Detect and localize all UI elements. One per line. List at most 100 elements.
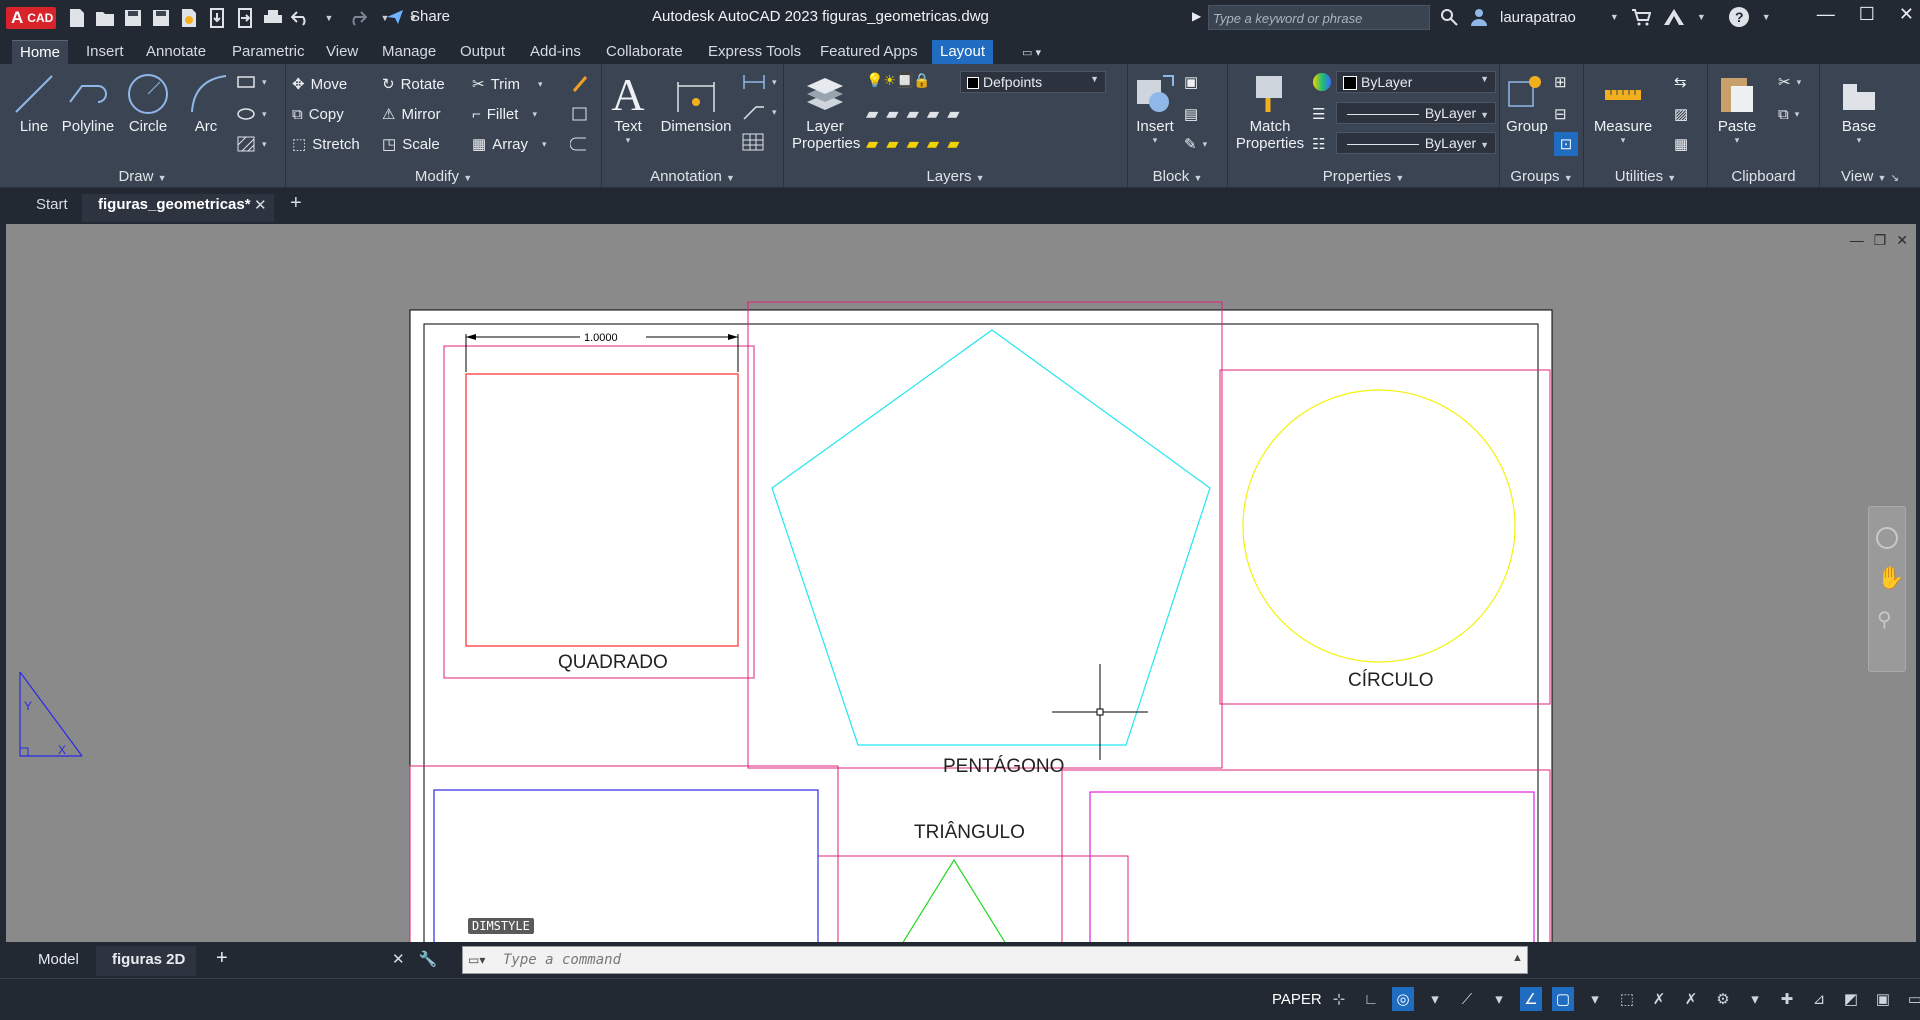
share-button[interactable]: Share — [386, 8, 450, 25]
annotation-panel-title[interactable]: Annotation ▼ — [602, 168, 783, 185]
help-icon[interactable]: ? — [1728, 6, 1750, 28]
close-command-icon[interactable]: ✕ — [392, 950, 405, 968]
auto-scale-icon[interactable]: ✗ — [1680, 987, 1702, 1011]
paper-space-toggle[interactable]: PAPER — [1272, 991, 1322, 1008]
autodesk-app-icon[interactable] — [1663, 8, 1685, 26]
group-button[interactable]: Group — [1504, 70, 1550, 135]
tab-home[interactable]: Home — [12, 40, 69, 64]
scale-button[interactable]: ◳ Scale — [382, 132, 440, 156]
match-properties-button[interactable]: Match Properties — [1232, 70, 1308, 152]
ungroup-icon[interactable]: ⊞ — [1554, 70, 1567, 94]
hardware-acceleration-icon[interactable]: ▣ — [1872, 987, 1894, 1011]
maximize-icon[interactable]: ☐ — [1859, 4, 1875, 25]
plot-icon[interactable] — [262, 6, 284, 30]
recent-commands-icon[interactable]: ▭▾ — [468, 953, 485, 967]
tab-featured-apps[interactable]: Featured Apps — [812, 40, 926, 64]
isolate-objects-icon[interactable]: ◩ — [1840, 987, 1862, 1011]
polar-dropdown-icon[interactable]: ▾ — [1424, 987, 1446, 1011]
layer-properties-button[interactable]: Layer Properties — [792, 70, 860, 152]
clean-screen-icon[interactable]: ▭ — [1904, 987, 1920, 1011]
mirror-button[interactable]: ⚠ Mirror — [382, 102, 441, 126]
ellipse-button[interactable]: ▾ — [236, 102, 267, 126]
cut-icon[interactable]: ✂ ▾ — [1778, 70, 1801, 94]
tab-insert[interactable]: Insert — [78, 40, 132, 64]
move-button[interactable]: ✥ Move — [292, 72, 347, 96]
layer-dropdown[interactable]: Defpoints ▼ — [960, 71, 1106, 93]
leader-icon[interactable]: ▾ — [742, 100, 777, 124]
annotation-visibility-icon[interactable]: ✗ — [1648, 987, 1670, 1011]
model-tab[interactable]: Model — [38, 951, 79, 968]
view-panel-title[interactable]: View ▼ ↘ — [1820, 168, 1920, 185]
app-menu-button[interactable]: A CAD — [6, 7, 56, 29]
tab-add-ins[interactable]: Add-ins — [522, 40, 589, 64]
zoom-icon[interactable]: ⚲ — [1877, 607, 1892, 632]
dimension-button[interactable]: Dimension — [658, 70, 734, 135]
copy-clip-icon[interactable]: ⧉ ▾ — [1778, 102, 1799, 126]
pan-icon[interactable]: ✋ — [1877, 565, 1904, 591]
units-icon[interactable]: ⊿ — [1808, 987, 1830, 1011]
trim-button[interactable]: ✂ Trim ▾ — [472, 72, 543, 96]
color-wheel-icon[interactable] — [1312, 70, 1332, 94]
help-dropdown-icon[interactable]: ▼ — [1762, 12, 1771, 22]
grid-icon[interactable]: ⊹ — [1328, 987, 1350, 1011]
undo-dropdown-icon[interactable]: ▼ — [318, 6, 340, 30]
workspace-toggle-icon[interactable]: ▭ ▾ — [1014, 40, 1049, 64]
search-expand-icon[interactable]: ▶ — [1192, 9, 1201, 23]
groups-panel-title[interactable]: Groups ▼ — [1500, 168, 1583, 185]
customize-command-icon[interactable]: 🔧 — [419, 950, 438, 968]
undo-icon[interactable] — [290, 6, 312, 30]
tab-view[interactable]: View — [318, 40, 366, 64]
quick-select-icon[interactable]: ⇆ — [1674, 70, 1687, 94]
save-as-icon[interactable] — [150, 6, 172, 30]
arc-button[interactable]: Arc — [186, 70, 226, 135]
tab-manage[interactable]: Manage — [374, 40, 444, 64]
offset-icon[interactable] — [570, 132, 590, 156]
linetype-icon[interactable]: ☷ — [1312, 132, 1325, 156]
base-view-button[interactable]: Base ▾ — [1834, 70, 1884, 146]
object-snap-dropdown-icon[interactable]: ▾ — [1584, 987, 1606, 1011]
group-edit-icon[interactable]: ⊟ — [1554, 102, 1567, 126]
command-input[interactable]: Type a command — [462, 946, 1528, 974]
command-history-icon[interactable]: ▲ — [1512, 952, 1523, 964]
linear-dim-icon[interactable]: ▾ — [742, 70, 777, 94]
tab-express-tools[interactable]: Express Tools — [700, 40, 809, 64]
properties-panel-title[interactable]: Properties ▼ — [1228, 168, 1499, 185]
hatch-button[interactable]: ▾ — [236, 132, 267, 156]
new-file-icon[interactable] — [66, 6, 88, 30]
block-panel-title[interactable]: Block ▼ — [1128, 168, 1227, 185]
draw-panel-title[interactable]: Draw ▼ — [0, 168, 285, 185]
username-label[interactable]: laurapatrao — [1500, 9, 1576, 26]
close-icon[interactable]: ✕ — [1899, 4, 1914, 25]
isodraft-dropdown-icon[interactable]: ▾ — [1488, 987, 1510, 1011]
doc-tab-figuras[interactable]: figuras_geometricas* — [98, 196, 251, 213]
isodraft-icon[interactable]: ⟋ — [1456, 987, 1478, 1011]
close-doc-tab-icon[interactable]: ✕ — [254, 196, 267, 214]
table-icon[interactable] — [742, 130, 764, 154]
linetype-dropdown[interactable]: ByLayer ▼ — [1336, 132, 1496, 154]
layout-tab-figuras-2d[interactable]: figuras 2D — [112, 951, 185, 968]
insert-block-button[interactable]: Insert ▾ — [1132, 70, 1178, 146]
new-tab-icon[interactable]: + — [290, 192, 302, 215]
select-all-icon[interactable]: ▨ — [1674, 102, 1688, 126]
line-button[interactable]: Line — [12, 70, 56, 135]
utilities-panel-title[interactable]: Utilities ▼ — [1584, 168, 1707, 185]
tab-collaborate[interactable]: Collaborate — [598, 40, 691, 64]
layer-tools-row-1[interactable]: ▰▰▰▰▰ — [866, 104, 968, 124]
fillet-button[interactable]: ⌐ Fillet ▾ — [472, 102, 537, 126]
steering-wheel-icon[interactable] — [1876, 527, 1898, 549]
save-icon[interactable] — [122, 6, 144, 30]
lineweight-dropdown[interactable]: ByLayer ▼ — [1336, 102, 1496, 124]
ortho-icon[interactable]: ∟ — [1360, 987, 1382, 1011]
calculator-icon[interactable]: ▦ — [1674, 132, 1688, 156]
import-icon[interactable] — [206, 6, 228, 30]
modify-panel-title[interactable]: Modify ▼ — [286, 168, 601, 185]
layer-tools-row-2[interactable]: ▰▰▰▰▰ — [866, 134, 968, 154]
selection-cycling-icon[interactable]: ⬚ — [1616, 987, 1638, 1011]
rectangle-button[interactable]: ▾ — [236, 70, 267, 94]
start-tab[interactable]: Start — [36, 196, 68, 213]
erase-icon[interactable] — [570, 72, 590, 96]
layers-panel-title[interactable]: Layers ▼ — [784, 168, 1127, 185]
polyline-button[interactable]: Polyline — [58, 70, 118, 135]
color-dropdown[interactable]: ByLayer ▼ — [1336, 71, 1496, 93]
polar-tracking-icon[interactable]: ◎ — [1392, 987, 1414, 1011]
